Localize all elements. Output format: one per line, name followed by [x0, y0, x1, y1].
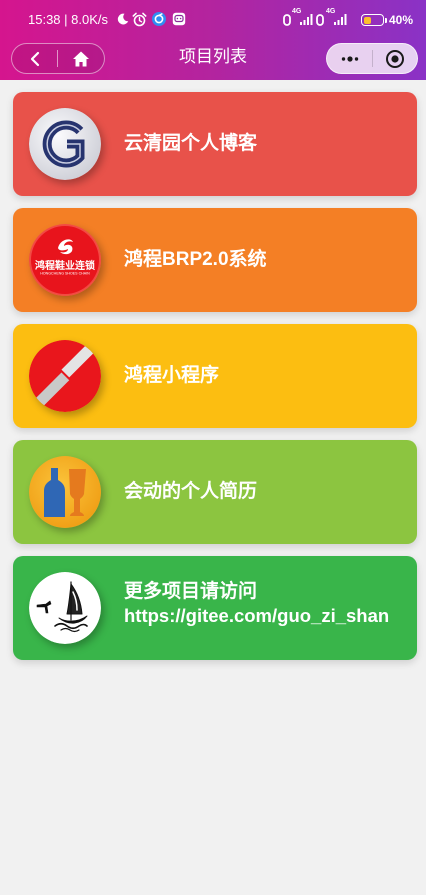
project-title: 鸿程小程序 [124, 365, 220, 386]
close-miniprogram-button[interactable] [373, 44, 417, 73]
card-text: 更多项目请访问 https://gitee.com/guo_zi_shan [124, 556, 409, 660]
project-card-brp-system[interactable]: 鸿程鞋业连锁 HONGCHENG SHOES CHAIN 鸿程BRP2.0系统 [13, 208, 417, 312]
signal-icon [300, 14, 313, 25]
target-circle-icon [386, 49, 404, 68]
app-header: 15:38 | 8.0K/s 4G 4G 40% 项目列表 [0, 0, 426, 80]
alarm-clock-icon [132, 12, 147, 27]
bottle-and-glass-icon [29, 456, 101, 528]
battery-icon [361, 14, 384, 26]
ink-sailboat-icon [29, 572, 101, 644]
card-text: 云清园个人博客 [124, 92, 409, 196]
logo-subtext: HONGCHENG SHOES CHAIN [40, 272, 90, 276]
card-text: 会动的个人简历 [124, 440, 409, 544]
app-notification-icon [172, 12, 186, 26]
app-notification-icon [152, 12, 166, 26]
project-title: 鸿程BRP2.0系统 [124, 249, 267, 270]
battery-fill [363, 16, 371, 24]
signal-icon [334, 14, 347, 25]
more-menu-button[interactable] [327, 44, 372, 73]
battery-tip [384, 17, 387, 23]
project-title: 会动的个人简历 [124, 481, 258, 502]
nav-capsule-right [326, 43, 418, 74]
hongcheng-shoes-logo-icon: 鸿程鞋业连锁 HONGCHENG SHOES CHAIN [29, 224, 101, 296]
hd-icon [283, 14, 291, 26]
project-link[interactable]: https://gitee.com/guo_zi_shan [124, 604, 409, 628]
card-text: 鸿程BRP2.0系统 [124, 208, 409, 312]
card-text: 鸿程小程序 [124, 324, 409, 428]
project-card-resume[interactable]: 会动的个人简历 [13, 440, 417, 544]
status-time-speed: 15:38 | 8.0K/s [28, 12, 108, 27]
project-card-more[interactable]: 更多项目请访问 https://gitee.com/guo_zi_shan [13, 556, 417, 660]
hongcheng-miniprogram-logo-icon [29, 340, 101, 412]
logo-text: 鸿程鞋业连锁 [35, 259, 95, 272]
project-title: 云清园个人博客 [124, 133, 258, 154]
project-card-miniprogram[interactable]: 鸿程小程序 [13, 324, 417, 428]
more-dots-icon [341, 55, 358, 62]
moon-icon [117, 13, 129, 25]
project-title: 更多项目请访问 [124, 581, 258, 602]
hd-icon [316, 14, 324, 26]
cnblogs-logo-icon [29, 108, 101, 180]
project-card-blog[interactable]: 云清园个人博客 [13, 92, 417, 196]
battery-percent: 40% [389, 13, 414, 27]
